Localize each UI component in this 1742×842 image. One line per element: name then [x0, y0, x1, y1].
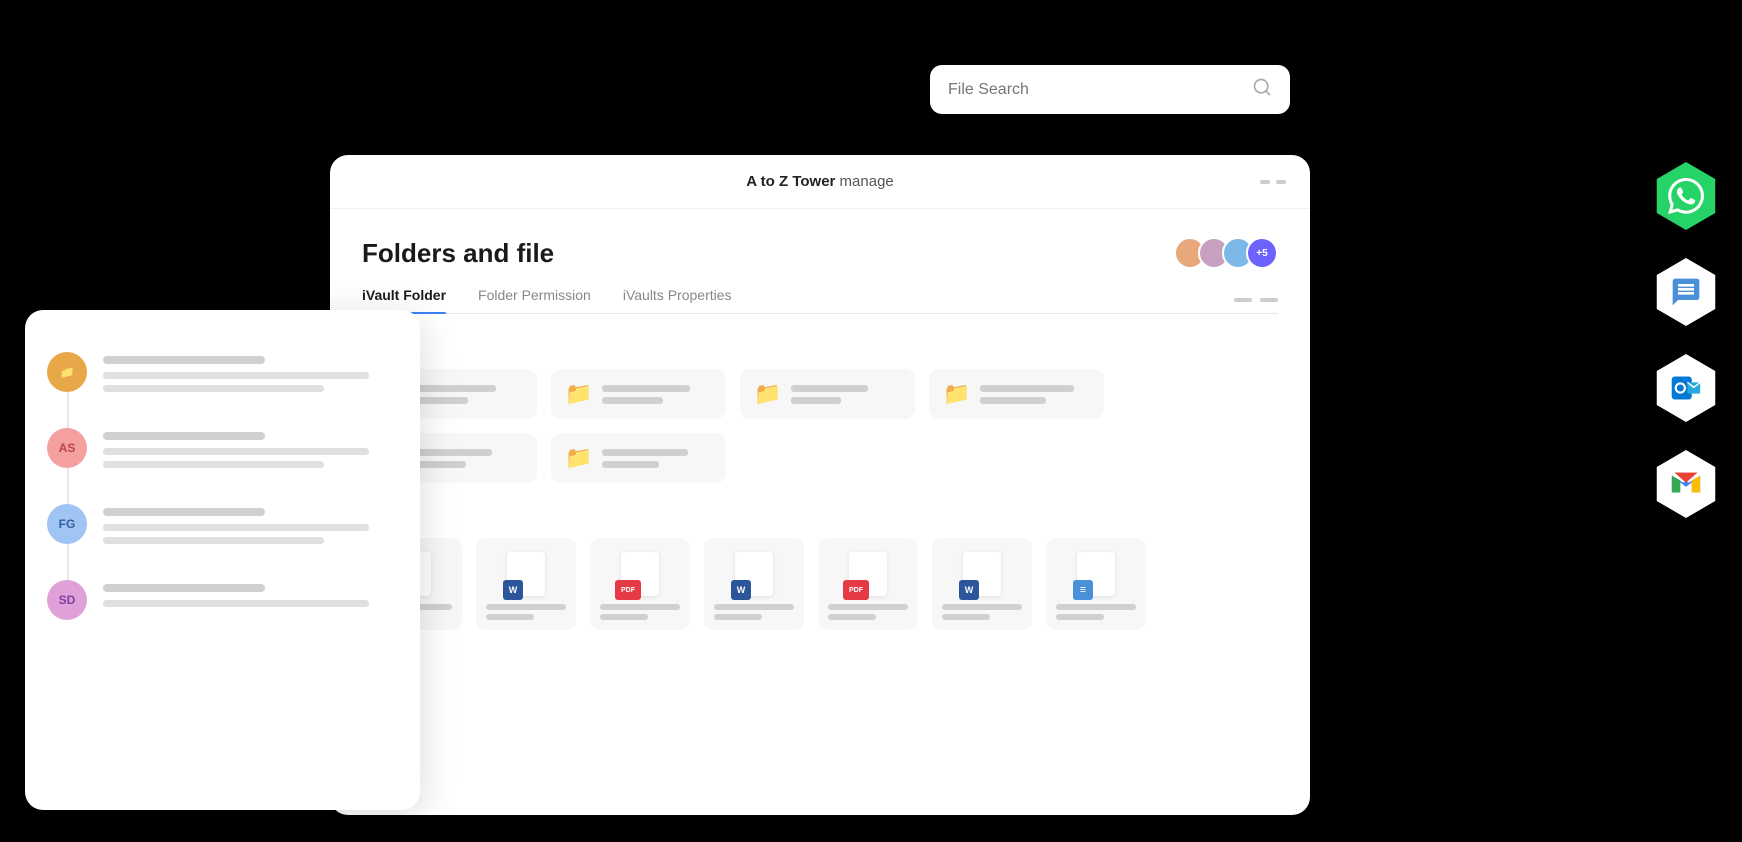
file-icon-area: ≡ [1074, 552, 1118, 596]
folder-section-label: Folder [362, 338, 1278, 355]
file-icon-area: W [732, 552, 776, 596]
message-icon[interactable] [1650, 256, 1722, 328]
panel-title: A to Z Tower manage [746, 173, 894, 190]
outlook-icon[interactable] [1650, 352, 1722, 424]
timeline-content [103, 352, 398, 392]
files-section-label: Files [362, 507, 1278, 524]
file-icon-area: W [504, 552, 548, 596]
avatar-sd: SD [47, 580, 87, 620]
panel-body: Folders and file +5 iVault Folder Folder… [330, 209, 1310, 658]
timeline-content [103, 428, 398, 468]
left-panel: 📁 AS FG SD [25, 310, 420, 810]
word-badge: W [959, 580, 979, 600]
file-item[interactable]: W [476, 538, 576, 630]
folder-grid: 📁 📁 📁 📁 [362, 369, 1278, 483]
timeline-list: 📁 AS FG SD [47, 334, 398, 638]
file-item[interactable]: ≡ [1046, 538, 1146, 630]
timeline-item: FG [47, 486, 398, 562]
folder-icon: 📁 [754, 381, 781, 407]
folder-icon: 📁 [565, 445, 592, 471]
avatar-fg: FG [47, 504, 87, 544]
whatsapp-icon[interactable] [1650, 160, 1722, 232]
word-badge: W [503, 580, 523, 600]
folder-item[interactable]: 📁 [929, 369, 1104, 419]
search-bar[interactable] [930, 65, 1290, 114]
timeline-item: AS [47, 410, 398, 486]
file-icon-area: PDF [846, 552, 890, 596]
search-input[interactable] [948, 81, 1242, 99]
files-grid: W W [362, 538, 1278, 630]
folder-item[interactable]: 📁 [551, 433, 726, 483]
timeline-item: SD [47, 562, 398, 638]
page-heading: Folders and file [362, 238, 554, 269]
main-panel: A to Z Tower manage Folders and file +5 … [330, 155, 1310, 815]
right-icons [1650, 160, 1742, 520]
pdf-badge: PDF [615, 580, 641, 600]
file-item[interactable]: PDF [818, 538, 918, 630]
folder-item[interactable]: 📁 [740, 369, 915, 419]
tab-controls [1234, 298, 1278, 302]
panel-header: A to Z Tower manage [330, 155, 1310, 209]
file-icon-area: W [960, 552, 1004, 596]
tab-ivaults-properties[interactable]: iVaults Properties [623, 287, 732, 313]
pdf-badge: PDF [843, 580, 869, 600]
panel-dots [1260, 180, 1286, 184]
search-button[interactable] [1252, 77, 1272, 102]
avatar-folder: 📁 [47, 352, 87, 392]
folder-item[interactable]: 📁 [551, 369, 726, 419]
page-heading-row: Folders and file +5 [362, 237, 1278, 269]
file-item[interactable]: PDF [590, 538, 690, 630]
folder-icon: 📁 [565, 381, 592, 407]
file-item[interactable]: W [932, 538, 1032, 630]
timeline-item: 📁 [47, 334, 398, 410]
timeline-content [103, 504, 398, 544]
avatar-group: +5 [1174, 237, 1278, 269]
avatar-as: AS [47, 428, 87, 468]
timeline-content [103, 580, 398, 613]
file-item[interactable]: W [704, 538, 804, 630]
doc-badge: ≡ [1073, 580, 1093, 600]
word-badge: W [731, 580, 751, 600]
file-icon-area: PDF [618, 552, 662, 596]
tabs-row: iVault Folder Folder Permission iVaults … [362, 287, 1278, 314]
avatar-plus: +5 [1246, 237, 1278, 269]
folder-icon: 📁 [943, 381, 970, 407]
gmail-icon[interactable] [1650, 448, 1722, 520]
tab-folder-permission[interactable]: Folder Permission [478, 287, 591, 313]
